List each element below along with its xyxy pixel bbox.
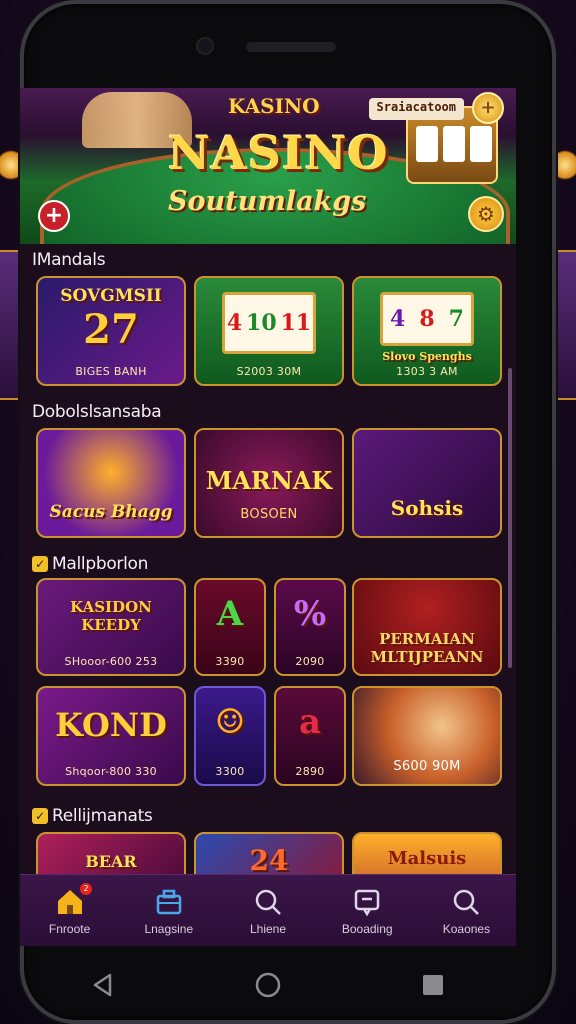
game-card[interactable]: 4 10 11 S2003 30M bbox=[194, 276, 344, 386]
add-coins-icon[interactable]: + bbox=[472, 92, 504, 124]
game-caption: Shqoor-800 330 bbox=[65, 765, 157, 778]
game-title: KOND bbox=[55, 706, 167, 744]
banner-subtitle: Soutumlakgs bbox=[168, 186, 367, 217]
game-caption: BOSOEN bbox=[240, 507, 298, 522]
game-caption: 2890 bbox=[295, 765, 325, 778]
game-card[interactable]: Sohsis bbox=[352, 428, 502, 538]
bottom-tab-bar: 2 Fnroote Lnagsine Lhiene Booading Koaon… bbox=[20, 874, 516, 946]
game-caption: BIGES BANH bbox=[75, 365, 147, 378]
game-title: Sacus Bhagg bbox=[49, 502, 173, 522]
game-card[interactable]: Sacus Bhagg bbox=[36, 428, 186, 538]
game-symbol: A bbox=[216, 594, 244, 634]
game-title: Slovo Spenghs bbox=[382, 350, 472, 363]
section-title-3: ✓ Mallpborlon bbox=[32, 554, 148, 574]
settings-gear-icon[interactable]: ⚙ bbox=[468, 196, 504, 232]
back-icon[interactable] bbox=[83, 965, 123, 1005]
recents-square-icon[interactable] bbox=[413, 965, 453, 1005]
banner-title-small: KASINO bbox=[228, 94, 320, 118]
scrollbar[interactable] bbox=[508, 368, 512, 668]
app-screen: KASINO NASINO Soutumlakgs Sraiacatoom + … bbox=[20, 88, 516, 946]
game-symbol: a bbox=[298, 702, 322, 742]
game-card[interactable]: % 2090 bbox=[274, 578, 346, 676]
game-caption: 3300 bbox=[215, 765, 245, 778]
hero-banner[interactable]: KASINO NASINO Soutumlakgs Sraiacatoom + … bbox=[20, 88, 516, 244]
tab-label: Lhiene bbox=[249, 921, 287, 936]
game-card[interactable]: MARNAK BOSOEN bbox=[194, 428, 344, 538]
game-card[interactable]: KASIDON KEEDY SHooor-600 253 bbox=[36, 578, 186, 676]
tab-label: Fnroote bbox=[48, 921, 91, 936]
banner-title: NASINO bbox=[168, 126, 389, 180]
chat-icon bbox=[351, 886, 383, 918]
balance-badge[interactable]: Sraiacatoom bbox=[368, 98, 464, 120]
game-caption: SHooor-600 253 bbox=[64, 655, 158, 668]
earpiece-speaker bbox=[246, 42, 336, 52]
slot-reels: 4 10 11 bbox=[222, 292, 316, 354]
game-title: PERMAIAN MLTIJPEANN bbox=[370, 630, 484, 666]
check-icon: ✓ bbox=[32, 556, 48, 572]
tab-booading[interactable]: Booading bbox=[318, 875, 417, 946]
game-caption: 2090 bbox=[295, 655, 325, 668]
tab-lnagsine[interactable]: Lnagsine bbox=[119, 875, 218, 946]
section-title-2: Dobolslsansaba bbox=[32, 402, 162, 422]
tab-label: Koaones bbox=[442, 921, 491, 936]
game-card[interactable]: SOVGMSII 27 BIGES BANH bbox=[36, 276, 186, 386]
tab-home[interactable]: 2 Fnroote bbox=[20, 875, 119, 946]
game-caption: S600 90M bbox=[393, 759, 461, 774]
game-title: 24 bbox=[249, 844, 289, 877]
game-card[interactable]: KOND Shqoor-800 330 bbox=[36, 686, 186, 786]
game-title: Malsuis bbox=[387, 848, 467, 869]
game-card[interactable]: a 2890 bbox=[274, 686, 346, 786]
slot-reels: 487 bbox=[380, 292, 474, 346]
tab-lhiene[interactable]: Lhiene bbox=[218, 875, 317, 946]
game-title: Sohsis bbox=[390, 496, 464, 520]
game-card[interactable]: ☺ 3300 bbox=[194, 686, 266, 786]
game-number: 27 bbox=[83, 306, 139, 353]
game-title: BEAR bbox=[85, 852, 137, 871]
game-caption: S2003 30M bbox=[236, 365, 302, 378]
tab-koaones[interactable]: Koaones bbox=[417, 875, 516, 946]
search-icon bbox=[252, 886, 284, 918]
system-navigation-bar bbox=[20, 946, 516, 1024]
front-camera bbox=[196, 37, 214, 55]
notification-badge: 2 bbox=[80, 883, 92, 895]
search-icon bbox=[450, 886, 482, 918]
game-title: MARNAK bbox=[205, 466, 333, 495]
check-icon: ✓ bbox=[32, 808, 48, 824]
section-title-4: ✓ Rellijmanats bbox=[32, 806, 153, 826]
add-button[interactable]: + bbox=[38, 200, 70, 232]
game-card[interactable]: 487 Slovo Spenghs 1303 3 AM bbox=[352, 276, 502, 386]
game-symbol: ☺ bbox=[214, 702, 246, 742]
tab-label: Lnagsine bbox=[144, 921, 194, 936]
game-caption: 3390 bbox=[215, 655, 245, 668]
game-title: KASIDON KEEDY bbox=[70, 598, 152, 634]
game-card[interactable]: S600 90M bbox=[352, 686, 502, 786]
game-card[interactable]: PERMAIAN MLTIJPEANN bbox=[352, 578, 502, 676]
home-circle-icon[interactable] bbox=[248, 965, 288, 1005]
game-caption: 1303 3 AM bbox=[396, 365, 458, 378]
game-card[interactable]: A 3390 bbox=[194, 578, 266, 676]
game-symbol: % bbox=[293, 594, 327, 634]
section-title-1: IMandals bbox=[32, 250, 106, 270]
tab-label: Booading bbox=[341, 921, 393, 936]
game-title: SOVGMSII bbox=[60, 286, 162, 306]
briefcase-icon bbox=[153, 886, 185, 918]
